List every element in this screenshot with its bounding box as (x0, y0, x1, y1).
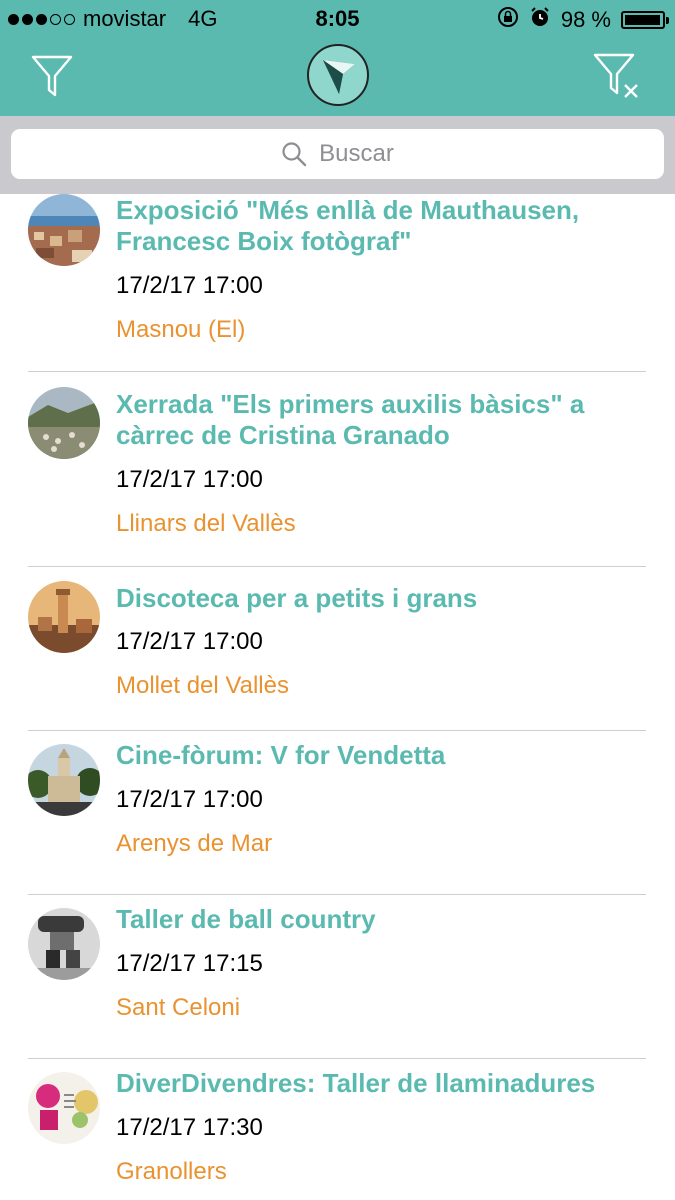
event-datetime: 17/2/17 17:00 (116, 786, 263, 813)
event-thumbnail (28, 387, 100, 459)
list-item[interactable]: Xerrada "Els primers auxilis bàsics" a c… (0, 372, 675, 567)
event-datetime: 17/2/17 17:15 (116, 950, 263, 977)
event-place: Llinars del Vallès (116, 510, 296, 537)
event-title: DiverDivendres: Taller de llaminadures (116, 1068, 596, 1098)
event-title: Discoteca per a petits i grans (116, 583, 478, 613)
event-place: Masnou (El) (116, 316, 246, 343)
list-item[interactable]: DiverDivendres: Taller de llaminadures 1… (0, 1058, 675, 1200)
event-thumbnail (28, 1072, 100, 1144)
battery-fill (625, 15, 661, 25)
alarm-icon (529, 6, 551, 34)
event-place: Sant Celoni (116, 994, 241, 1021)
app-logo[interactable] (307, 44, 369, 106)
battery-icon (621, 11, 669, 29)
event-datetime: 17/2/17 17:30 (116, 1114, 263, 1141)
event-place: Mollet del Vallès (116, 672, 289, 699)
status-right: 98 % (497, 6, 669, 34)
status-bar: movistar 4G 8:05 98 % (0, 0, 675, 38)
list-item[interactable]: Exposició "Més enllà de Mauthausen, Fran… (0, 194, 675, 372)
event-datetime: 17/2/17 17:00 (116, 272, 263, 299)
orientation-lock-icon (497, 6, 519, 34)
search-icon (281, 141, 307, 167)
event-place: Arenys de Mar (116, 830, 273, 857)
filter-icon (31, 55, 73, 97)
event-datetime: 17/2/17 17:00 (116, 628, 263, 655)
event-thumbnail (28, 744, 100, 816)
event-place: Granollers (116, 1158, 227, 1185)
event-thumbnail (28, 908, 100, 980)
list-item[interactable]: Cine-fòrum: V for Vendetta 17/2/17 17:00… (0, 730, 675, 895)
search-placeholder: Buscar (319, 140, 394, 167)
search-bar: Buscar (0, 116, 675, 194)
event-title: Exposició "Més enllà de Mauthausen, Fran… (116, 195, 580, 256)
list-item[interactable]: Taller de ball country 17/2/17 17:15 San… (0, 894, 675, 1059)
list-item[interactable]: Discoteca per a petits i grans 17/2/17 1… (0, 566, 675, 731)
nav-bar (0, 38, 675, 116)
search-input[interactable]: Buscar (11, 129, 664, 179)
clear-filter-icon (593, 53, 638, 98)
battery-percent: 98 % (560, 7, 611, 32)
event-title: Cine-fòrum: V for Vendetta (116, 740, 446, 770)
event-thumbnail (28, 581, 100, 653)
event-title: Xerrada "Els primers auxilis bàsics" a c… (116, 389, 585, 450)
event-title: Taller de ball country (116, 904, 376, 934)
event-thumbnail (28, 194, 100, 266)
event-datetime: 17/2/17 17:00 (116, 466, 263, 493)
filter-button[interactable] (24, 48, 80, 104)
clear-filter-button[interactable] (589, 48, 645, 104)
